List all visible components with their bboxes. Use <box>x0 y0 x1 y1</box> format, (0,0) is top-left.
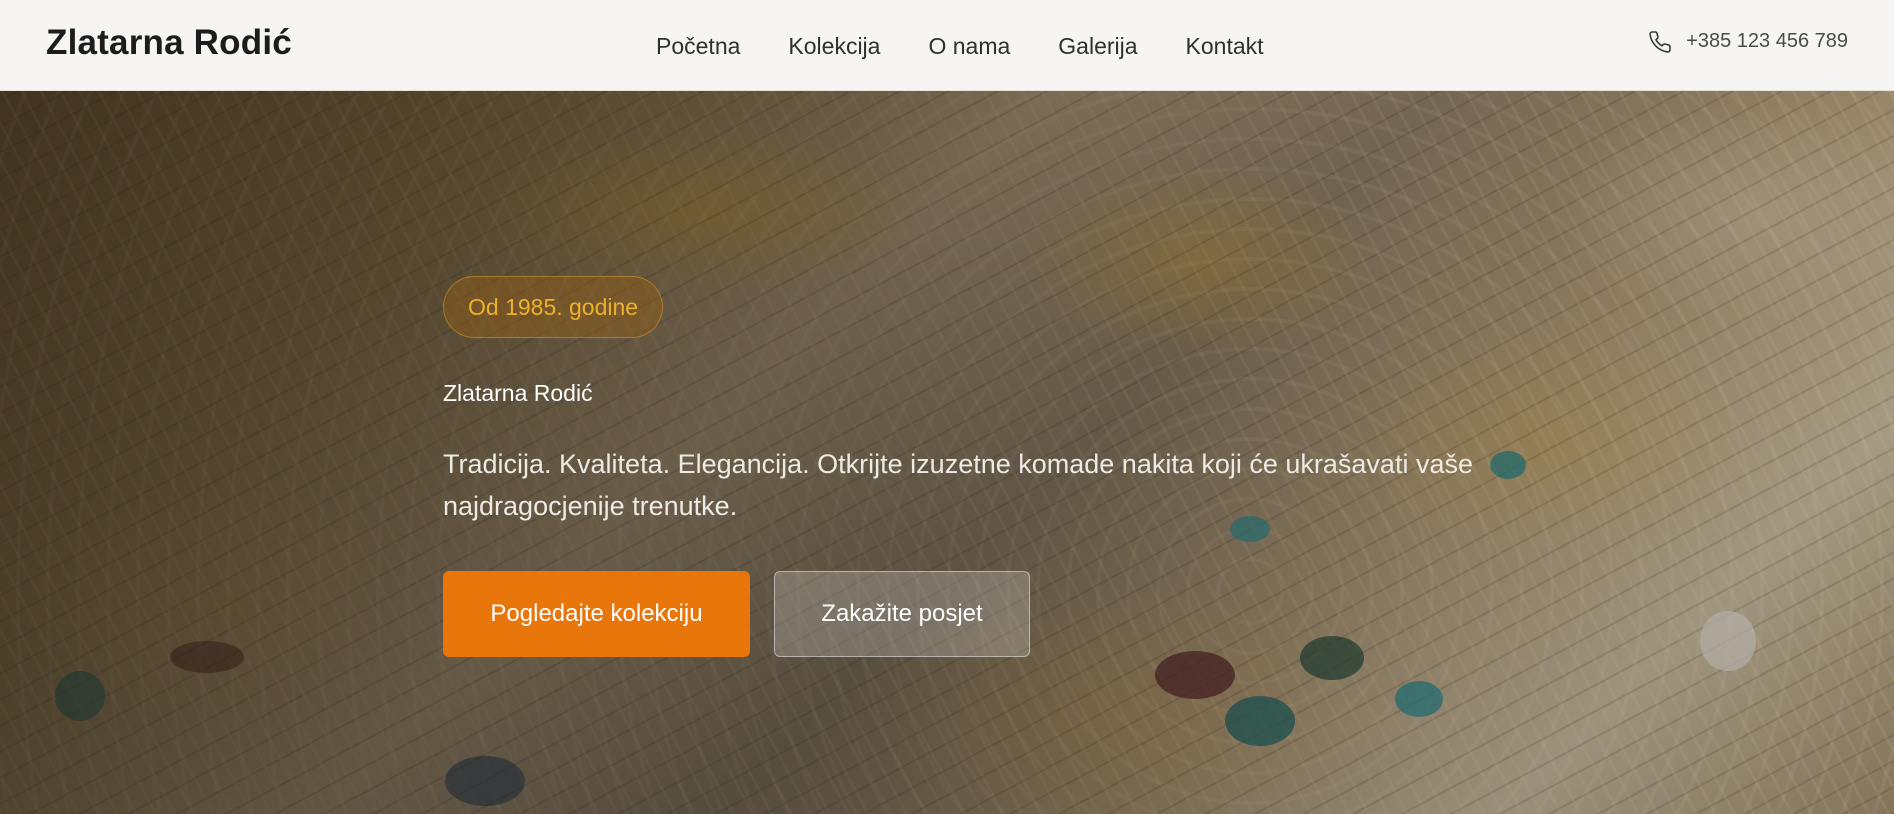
hero-section: Od 1985. godine Zlatarna Rodić Tradicija… <box>0 91 1894 814</box>
hero-description: Tradicija. Kvaliteta. Elegancija. Otkrij… <box>443 449 1473 521</box>
nav-link-galerija[interactable]: Galerija <box>1058 4 1137 88</box>
phone-icon <box>1649 30 1671 53</box>
hero-actions: Pogledajte kolekciju Zakažite posjet <box>443 571 1493 657</box>
nav-link-kolekcija[interactable]: Kolekcija <box>788 4 880 88</box>
nav-link-pocetna[interactable]: Početna <box>656 4 740 88</box>
hero-content: Od 1985. godine Zlatarna Rodić Tradicija… <box>443 276 1493 657</box>
site-header: Zlatarna Rodić Početna Kolekcija O nama … <box>0 0 1894 91</box>
nav-link-o-nama[interactable]: O nama <box>928 4 1010 88</box>
schedule-visit-button[interactable]: Zakažite posjet <box>774 571 1030 657</box>
main-nav: Početna Kolekcija O nama Galerija Kontak… <box>656 0 1264 91</box>
nav-link-kontakt[interactable]: Kontakt <box>1186 4 1264 88</box>
hero-title: Zlatarna Rodić <box>443 380 593 406</box>
view-collection-button[interactable]: Pogledajte kolekciju <box>443 571 750 657</box>
since-badge: Od 1985. godine <box>443 276 664 338</box>
site-logo[interactable]: Zlatarna Rodić <box>46 0 292 91</box>
phone-contact[interactable]: +385 123 456 789 <box>1648 0 1848 91</box>
phone-number: +385 123 456 789 <box>1686 30 1848 52</box>
